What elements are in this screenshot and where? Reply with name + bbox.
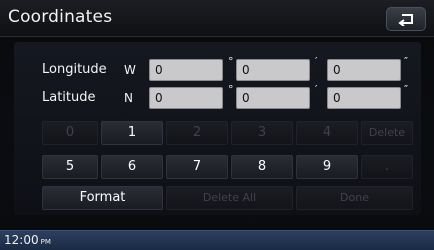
latitude-degrees-field[interactable]: 0 xyxy=(149,87,223,109)
format-button[interactable]: Format xyxy=(42,186,163,210)
back-button[interactable] xyxy=(386,7,426,31)
key-3[interactable]: 3 xyxy=(231,121,293,145)
page-title: Coordinates xyxy=(8,7,113,27)
latitude-minutes-field[interactable]: 0 xyxy=(236,87,310,109)
second-symbol: ″ xyxy=(404,55,409,68)
clock-time: 12:00 xyxy=(4,233,39,247)
key-5[interactable]: 5 xyxy=(42,155,98,179)
key-decimal[interactable]: . xyxy=(361,155,413,179)
key-0[interactable]: 0 xyxy=(42,121,98,145)
longitude-label: Longitude xyxy=(42,62,107,77)
second-symbol: ″ xyxy=(404,83,409,96)
minute-symbol: ′ xyxy=(315,83,318,96)
longitude-degrees-field[interactable]: 0 xyxy=(149,59,223,81)
delete-all-button[interactable]: Delete All xyxy=(166,186,293,210)
clock: 12:00 PM xyxy=(4,233,51,247)
delete-button[interactable]: Delete xyxy=(361,121,413,145)
longitude-seconds-field[interactable]: 0 xyxy=(327,59,401,81)
longitude-minutes-field[interactable]: 0 xyxy=(236,59,310,81)
title-bar: Coordinates xyxy=(0,0,434,37)
key-4[interactable]: 4 xyxy=(296,121,358,145)
minute-symbol: ′ xyxy=(315,55,318,68)
degree-symbol: ° xyxy=(228,55,234,68)
degree-symbol: ° xyxy=(228,83,234,96)
latitude-label: Latitude xyxy=(42,90,96,105)
key-8[interactable]: 8 xyxy=(231,155,293,179)
key-2[interactable]: 2 xyxy=(166,121,228,145)
status-bar: 12:00 PM xyxy=(0,230,434,250)
clock-ampm: PM xyxy=(40,238,51,246)
longitude-direction[interactable]: W xyxy=(124,63,136,77)
key-9[interactable]: 9 xyxy=(296,155,358,179)
key-1[interactable]: 1 xyxy=(101,121,163,145)
return-arrow-icon xyxy=(398,14,413,26)
key-6[interactable]: 6 xyxy=(101,155,163,179)
done-button[interactable]: Done xyxy=(296,186,413,210)
latitude-seconds-field[interactable]: 0 xyxy=(327,87,401,109)
latitude-direction[interactable]: N xyxy=(124,91,133,105)
coordinates-screen: Coordinates Longitude W 0 ° 0 ′ 0 ″ Lati… xyxy=(0,0,434,250)
key-7[interactable]: 7 xyxy=(166,155,228,179)
